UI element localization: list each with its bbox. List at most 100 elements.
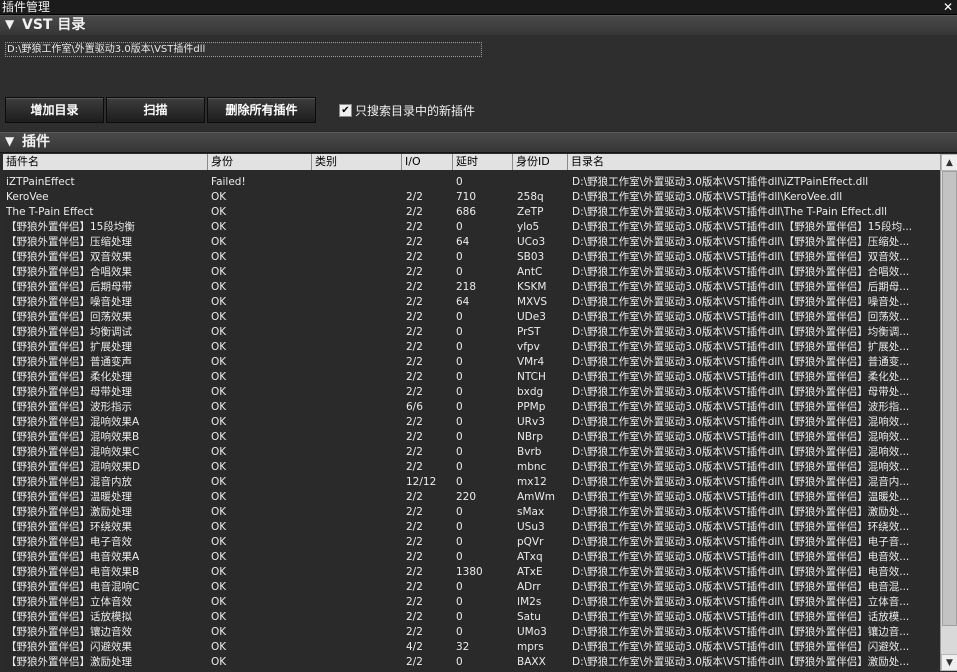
delete-all-plugins-button[interactable]: 删除所有插件 bbox=[207, 97, 316, 123]
table-row[interactable]: 【野狼外置伴侣】波形指示 OK 6/6 0 PPMp D:\野狼工作室\外置驱动3.0版本… bbox=[3, 400, 940, 415]
table-row[interactable]: 【野狼外置伴侣】混响效果B OK 2/2 0 NBrp D:\野狼工作室\外置驱动3.0版… bbox=[3, 430, 940, 445]
scrollbar-thumb[interactable] bbox=[942, 171, 957, 626]
table-row[interactable]: 【野狼外置伴侣】合唱效果 OK 2/2 0 AntC D:\野狼工作室\外置驱动3.0版本… bbox=[3, 265, 940, 280]
vst-section-header[interactable]: ▼ VST 目录 bbox=[0, 15, 957, 36]
cell-id: bxdg bbox=[517, 386, 544, 398]
table-row[interactable]: 【野狼外置伴侣】回荡效果 OK 2/2 0 UDe3 D:\野狼工作室\外置驱动3.0版本… bbox=[3, 310, 940, 325]
search-new-only-checkbox[interactable]: ✔ bbox=[339, 104, 352, 117]
cell-status: OK bbox=[211, 311, 227, 323]
column-header-latency[interactable]: 延时 bbox=[453, 154, 513, 170]
column-header-id[interactable]: 身份ID bbox=[513, 154, 568, 170]
table-row[interactable]: 【野狼外置伴侣】压缩处理 OK 2/2 64 UCo3 D:\野狼工作室\外置驱动3.0版… bbox=[3, 235, 940, 250]
column-header-io[interactable]: I/O bbox=[402, 154, 453, 170]
cell-directory: D:\野狼工作室\外置驱动3.0版本\VST插件dll\【野狼外置伴侣】回荡效.… bbox=[572, 311, 910, 323]
table-row[interactable]: 【野狼外置伴侣】激励处理 OK 2/2 0 BAXX D:\野狼工作室\外置驱动3.0版本… bbox=[3, 655, 940, 670]
cell-directory: D:\野狼工作室\外置驱动3.0版本\VST插件dll\KeroVee.dll bbox=[572, 191, 843, 203]
table-row[interactable]: 【野狼外置伴侣】均衡调试 OK 2/2 0 PrST D:\野狼工作室\外置驱动3.0版本… bbox=[3, 325, 940, 340]
vst-path-field[interactable]: D:\野狼工作室\外置驱动3.0版本\VST插件dll bbox=[5, 42, 482, 57]
table-row[interactable]: The T-Pain Effect OK 2/2 686 ZeTP D:\野狼工作室\外置… bbox=[3, 205, 940, 220]
table-row[interactable]: 【野狼外置伴侣】激励处理 OK 2/2 0 sMax D:\野狼工作室\外置驱动3.0版本… bbox=[3, 505, 940, 520]
table-row[interactable]: 【野狼外置伴侣】混响效果C OK 2/2 0 Bvrb D:\野狼工作室\外置驱动3.0版… bbox=[3, 445, 940, 460]
cell-status: OK bbox=[211, 206, 227, 218]
table-row[interactable]: 【野狼外置伴侣】电音混响C OK 2/2 0 ADrr D:\野狼工作室\外置驱动3.0版… bbox=[3, 580, 940, 595]
table-row[interactable]: iZTPainEffect Failed! 0 D:\野狼工作室\外置驱动3.0版本\… bbox=[3, 175, 940, 190]
table-row[interactable]: 【野狼外置伴侣】闪避效果 OK 4/2 32 mprs D:\野狼工作室\外置驱动3.0版… bbox=[3, 640, 940, 655]
cell-latency: 218 bbox=[456, 281, 477, 293]
cell-latency: 0 bbox=[456, 401, 463, 413]
cell-id: PPMp bbox=[517, 401, 546, 413]
cell-id: ZeTP bbox=[517, 206, 544, 218]
cell-latency: 64 bbox=[456, 296, 470, 308]
cell-plugin-name: 【野狼外置伴侣】电音混响C bbox=[6, 581, 140, 593]
table-row[interactable]: 【野狼外置伴侣】电子音效 OK 2/2 0 pQVr D:\野狼工作室\外置驱动3.0版本… bbox=[3, 535, 940, 550]
column-header-name[interactable]: 插件名 bbox=[3, 154, 208, 170]
cell-status: OK bbox=[211, 371, 227, 383]
cell-io: 2/2 bbox=[406, 431, 423, 443]
cell-latency: 0 bbox=[456, 596, 463, 608]
cell-plugin-name: 【野狼外置伴侣】均衡调试 bbox=[6, 326, 132, 338]
collapse-arrow-icon[interactable]: ▼ bbox=[5, 134, 14, 148]
table-row[interactable]: 【野狼外置伴侣】电音效果A OK 2/2 0 ATxq D:\野狼工作室\外置驱动3.0版… bbox=[3, 550, 940, 565]
close-icon[interactable]: ✕ bbox=[943, 0, 953, 14]
cell-latency: 0 bbox=[456, 326, 463, 338]
cell-plugin-name: 【野狼外置伴侣】电音效果A bbox=[6, 551, 140, 563]
cell-status: OK bbox=[211, 326, 227, 338]
cell-plugin-name: 【野狼外置伴侣】双音效果 bbox=[6, 251, 132, 263]
cell-latency: 0 bbox=[456, 251, 463, 263]
cell-status: OK bbox=[211, 266, 227, 278]
table-row[interactable]: 【野狼外置伴侣】双音效果 OK 2/2 0 SB03 D:\野狼工作室\外置驱动3.0版本… bbox=[3, 250, 940, 265]
cell-directory: D:\野狼工作室\外置驱动3.0版本\VST插件dll\The T-Pain E… bbox=[572, 206, 888, 218]
table-row[interactable]: 【野狼外置伴侣】环绕效果 OK 2/2 0 USu3 D:\野狼工作室\外置驱动3.0版本… bbox=[3, 520, 940, 535]
plugins-section-header[interactable]: ▼ 插件 bbox=[0, 132, 957, 153]
vst-section-label: VST 目录 bbox=[22, 17, 86, 33]
add-directory-button[interactable]: 增加目录 bbox=[5, 97, 104, 123]
scroll-up-icon[interactable]: ▲ bbox=[941, 154, 957, 171]
table-row[interactable]: 【野狼外置伴侣】后期母带 OK 2/2 218 KSKM D:\野狼工作室\外置驱动3.0… bbox=[3, 280, 940, 295]
table-row[interactable]: 【野狼外置伴侣】温暖处理 OK 2/2 220 AmWm D:\野狼工作室\外置驱动3.0… bbox=[3, 490, 940, 505]
table-row[interactable]: 【野狼外置伴侣】15段均衡 OK 2/2 0 ylo5 D:\野狼工作室\外置驱动3.0版… bbox=[3, 220, 940, 235]
column-header-directory[interactable]: 目录名 bbox=[568, 154, 940, 170]
table-row[interactable]: KeroVee OK 2/2 710 258q D:\野狼工作室\外置驱动3.0版本\VS… bbox=[3, 190, 940, 205]
cell-directory: D:\野狼工作室\外置驱动3.0版本\VST插件dll\【野狼外置伴侣】温暖处.… bbox=[572, 491, 910, 503]
cell-io: 2/2 bbox=[406, 521, 423, 533]
cell-status: OK bbox=[211, 536, 227, 548]
table-row[interactable]: 【野狼外置伴侣】柔化处理 OK 2/2 0 NTCH D:\野狼工作室\外置驱动3.0版本… bbox=[3, 370, 940, 385]
cell-directory: D:\野狼工作室\外置驱动3.0版本\VST插件dll\【野狼外置伴侣】闪避效.… bbox=[572, 641, 910, 653]
table-row[interactable]: 【野狼外置伴侣】混响效果D OK 2/2 0 mbnc D:\野狼工作室\外置驱动3.0版… bbox=[3, 460, 940, 475]
vertical-scrollbar[interactable]: ▲ ▼ bbox=[940, 154, 957, 671]
cell-latency: 0 bbox=[456, 416, 463, 428]
cell-io: 2/2 bbox=[406, 371, 423, 383]
table-row[interactable]: 【野狼外置伴侣】普通变声 OK 2/2 0 VMr4 D:\野狼工作室\外置驱动3.0版本… bbox=[3, 355, 940, 370]
cell-directory: D:\野狼工作室\外置驱动3.0版本\VST插件dll\【野狼外置伴侣】15段均… bbox=[572, 221, 913, 233]
cell-latency: 0 bbox=[456, 311, 463, 323]
table-row[interactable]: 【野狼外置伴侣】电音效果B OK 2/2 1380 ATxE D:\野狼工作室\外置驱动3… bbox=[3, 565, 940, 580]
table-row[interactable]: 【野狼外置伴侣】母带处理 OK 2/2 0 bxdg D:\野狼工作室\外置驱动3.0版本… bbox=[3, 385, 940, 400]
cell-directory: D:\野狼工作室\外置驱动3.0版本\VST插件dll\【野狼外置伴侣】混响效.… bbox=[572, 431, 910, 443]
collapse-arrow-icon[interactable]: ▼ bbox=[5, 17, 14, 31]
cell-id: mx12 bbox=[517, 476, 547, 488]
cell-plugin-name: 【野狼外置伴侣】电音效果B bbox=[6, 566, 140, 578]
table-row[interactable]: 【野狼外置伴侣】混音内放 OK 12/12 0 mx12 D:\野狼工作室\外置驱动3.0… bbox=[3, 475, 940, 490]
cell-plugin-name: 【野狼外置伴侣】混响效果D bbox=[6, 461, 141, 473]
column-header-status[interactable]: 身份 bbox=[208, 154, 312, 170]
scroll-down-icon[interactable]: ▼ bbox=[941, 654, 957, 671]
cell-directory: D:\野狼工作室\外置驱动3.0版本\VST插件dll\【野狼外置伴侣】电子音.… bbox=[572, 536, 910, 548]
cell-id: KSKM bbox=[517, 281, 547, 293]
table-row[interactable]: 【野狼外置伴侣】混响效果A OK 2/2 0 URv3 D:\野狼工作室\外置驱动3.0版… bbox=[3, 415, 940, 430]
cell-directory: D:\野狼工作室\外置驱动3.0版本\VST插件dll\【野狼外置伴侣】合唱效.… bbox=[572, 266, 910, 278]
table-row[interactable]: 【野狼外置伴侣】话放模拟 OK 2/2 0 Satu D:\野狼工作室\外置驱动3.0版本… bbox=[3, 610, 940, 625]
table-row[interactable]: 【野狼外置伴侣】扩展处理 OK 2/2 0 vfpv D:\野狼工作室\外置驱动3.0版本… bbox=[3, 340, 940, 355]
table-row[interactable]: 【野狼外置伴侣】镶边音效 OK 2/2 0 UMo3 D:\野狼工作室\外置驱动3.0版本… bbox=[3, 625, 940, 640]
table-row[interactable]: 【野狼外置伴侣】噪音处理 OK 2/2 64 MXVS D:\野狼工作室\外置驱动3.0版… bbox=[3, 295, 940, 310]
column-header-category[interactable]: 类别 bbox=[312, 154, 402, 170]
cell-status: OK bbox=[211, 491, 227, 503]
cell-directory: D:\野狼工作室\外置驱动3.0版本\VST插件dll\【野狼外置伴侣】扩展处.… bbox=[572, 341, 910, 353]
cell-io: 2/2 bbox=[406, 266, 423, 278]
scan-button[interactable]: 扫描 bbox=[106, 97, 205, 123]
cell-latency: 0 bbox=[456, 386, 463, 398]
cell-id: AntC bbox=[517, 266, 543, 278]
table-row[interactable]: 【野狼外置伴侣】立体音效 OK 2/2 0 IM2s D:\野狼工作室\外置驱动3.0版本… bbox=[3, 595, 940, 610]
cell-io: 6/6 bbox=[406, 401, 423, 413]
cell-directory: D:\野狼工作室\外置驱动3.0版本\VST插件dll\【野狼外置伴侣】噪音处.… bbox=[572, 296, 910, 308]
cell-io: 2/2 bbox=[406, 566, 423, 578]
